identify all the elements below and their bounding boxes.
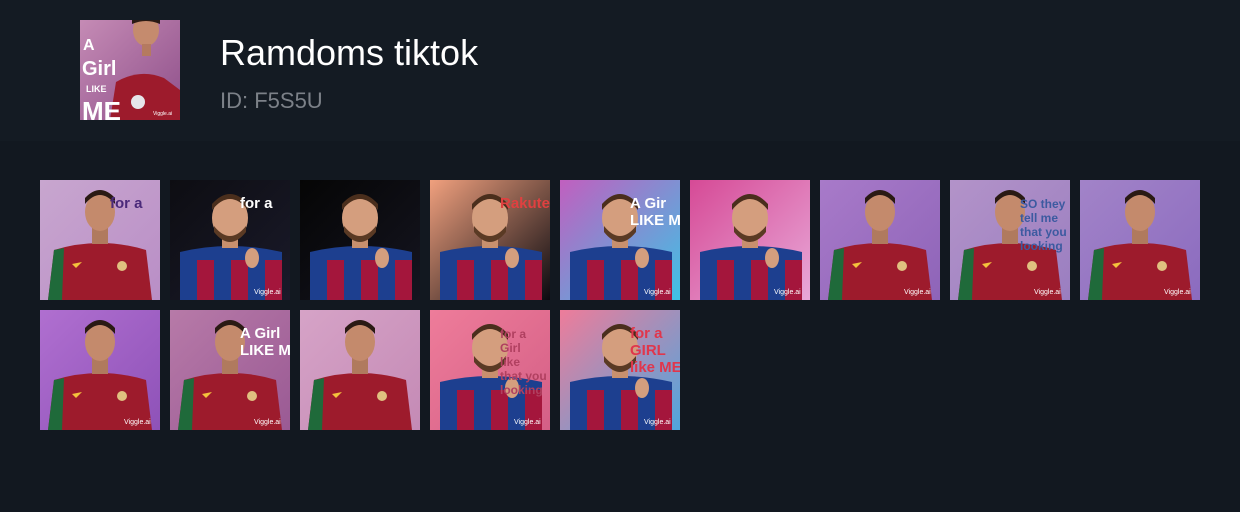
cover-text-a: A: [83, 37, 95, 54]
sticker-image: [300, 180, 420, 300]
sticker-10[interactable]: Viggle.ai: [40, 310, 160, 430]
sticker-image: A GirLIKE MEViggle.ai: [560, 180, 680, 300]
sticker-image: Viggle.ai: [1080, 180, 1200, 300]
sticker-image: Rakuten: [430, 180, 550, 300]
sticker-watermark: Viggle.ai: [1034, 289, 1061, 296]
pack-cover-art: A Girl LIKE ME Viggle.ai: [80, 20, 180, 120]
pack-cover-image: A Girl LIKE ME Viggle.ai: [80, 20, 180, 120]
sticker-image: [300, 310, 420, 430]
sticker-8[interactable]: SO they tell me that you looking Viggle.ai: [950, 180, 1070, 300]
sticker-11[interactable]: A GirlLIKE MEViggle.ai: [170, 310, 290, 430]
sticker-caption: for a: [110, 195, 143, 212]
sticker-6[interactable]: Viggle.ai: [690, 180, 810, 300]
sticker-watermark: Viggle.ai: [514, 419, 541, 426]
sticker-grid: for a for a Viggle.ai Rakuten A GirLIKE MEVi…: [40, 180, 1200, 430]
sticker-image: Viggle.ai: [40, 310, 160, 430]
sticker-watermark: Viggle.ai: [1164, 289, 1191, 296]
sticker-watermark: Viggle.ai: [254, 419, 281, 426]
sticker-3[interactable]: [300, 180, 420, 300]
pack-title: Ramdoms tiktok: [220, 32, 479, 73]
sticker-9[interactable]: Viggle.ai: [1080, 180, 1200, 300]
sticker-image: A GirlLIKE MEViggle.ai: [170, 310, 290, 430]
pack-header: A Girl LIKE ME Viggle.ai Ramdoms tiktok …: [0, 0, 1240, 141]
cover-text-like: LIKE: [86, 84, 107, 94]
sticker-caption: Rakuten: [500, 195, 550, 212]
sticker-watermark: Viggle.ai: [644, 419, 671, 426]
sticker-image: Viggle.ai: [690, 180, 810, 300]
sticker-5[interactable]: A GirLIKE MEViggle.ai: [560, 180, 680, 300]
sticker-14[interactable]: for a GIRL like ME Viggle.ai: [560, 310, 680, 430]
pack-id: ID: F5S5U: [220, 88, 323, 113]
sticker-caption: for a: [240, 195, 273, 212]
sticker-image: for a GIRL like MEViggle.ai: [560, 310, 680, 430]
sticker-image: SO they tell me that you looking Viggle.ai: [950, 180, 1070, 300]
sticker-1[interactable]: for a: [40, 180, 160, 300]
sticker-image: for a: [40, 180, 160, 300]
sticker-13[interactable]: for a Girl like that you looking Viggle.ai: [430, 310, 550, 430]
sticker-7[interactable]: Viggle.ai: [820, 180, 940, 300]
cover-text-girl: Girl: [82, 58, 116, 80]
sticker-watermark: Viggle.ai: [124, 419, 151, 426]
sticker-image: for a Girl like that you lookingViggle.ai: [430, 310, 550, 430]
sticker-image: for a Viggle.ai: [170, 180, 290, 300]
sticker-caption: SO they tell me that you looking: [1020, 197, 1067, 253]
sticker-image: Viggle.ai: [820, 180, 940, 300]
cover-text-me: ME: [82, 96, 121, 120]
sticker-watermark: Viggle.ai: [254, 289, 281, 296]
sticker-12[interactable]: [300, 310, 420, 430]
sticker-watermark: Viggle.ai: [774, 289, 801, 296]
sticker-4[interactable]: Rakuten: [430, 180, 550, 300]
sticker-watermark: Viggle.ai: [904, 289, 931, 296]
sticker-2[interactable]: for a Viggle.ai: [170, 180, 290, 300]
cover-watermark: Viggle.ai: [153, 111, 172, 117]
sticker-watermark: Viggle.ai: [644, 289, 671, 296]
